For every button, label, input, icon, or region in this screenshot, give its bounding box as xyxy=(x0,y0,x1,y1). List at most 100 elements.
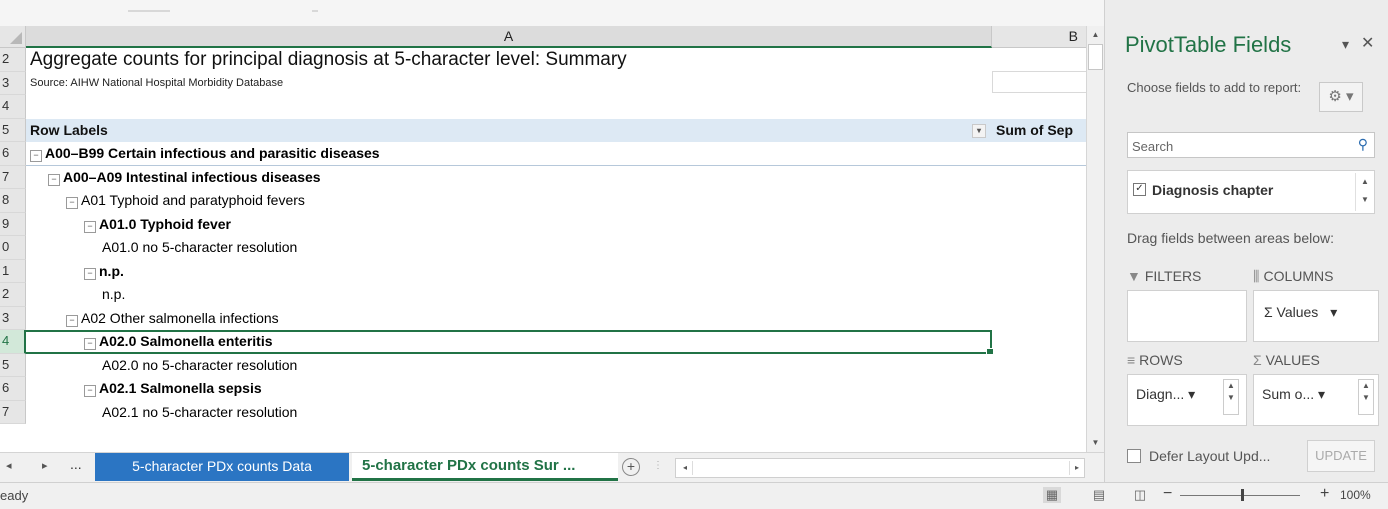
row-label-cell[interactable]: − A01 Typhoid and paratyphoid fevers xyxy=(26,189,992,213)
pane-options-icon[interactable]: ▾ xyxy=(1342,36,1349,53)
update-button[interactable]: UPDATE xyxy=(1307,440,1375,472)
row-header[interactable]: 2 xyxy=(0,283,26,307)
table-row: − A00–A09 Intestinal infectious diseases xyxy=(26,166,1086,190)
row-labels-header[interactable]: Row Labels ▾ xyxy=(26,119,992,143)
scroll-up-icon[interactable]: ▲ xyxy=(1087,26,1104,44)
row-header[interactable]: 6 xyxy=(0,377,26,401)
filter-dropdown-icon[interactable]: ▾ xyxy=(972,123,986,138)
row-label-cell[interactable]: A02.1 no 5-character resolution xyxy=(26,401,992,425)
collapse-icon[interactable]: − xyxy=(66,197,78,209)
scroll-right-icon[interactable]: ▸ xyxy=(1069,461,1084,475)
row-label-cell[interactable]: − A02.1 Salmonella sepsis xyxy=(26,377,992,401)
tab-pdx-counts-summary[interactable]: 5-character PDx counts Sur ... xyxy=(352,453,618,481)
page-break-icon[interactable]: ◫ xyxy=(1131,487,1149,503)
row-label-cell[interactable]: − A00–A09 Intestinal infectious diseases xyxy=(26,166,992,190)
field-diagnosis-chapter[interactable]: Diagnosis chapter xyxy=(1152,182,1273,198)
rows-scroll[interactable]: ▲ ▼ xyxy=(1223,379,1239,415)
row-label-cell[interactable]: A02.0 no 5-character resolution xyxy=(26,354,992,378)
column-header-b[interactable]: B xyxy=(992,26,1086,48)
add-sheet-icon[interactable]: + xyxy=(622,458,640,476)
search-icon[interactable]: ⚲ xyxy=(1358,136,1368,153)
row-header[interactable]: 9 xyxy=(0,212,26,236)
collapse-icon[interactable]: − xyxy=(30,150,42,162)
tab-more[interactable]: ... xyxy=(70,456,82,472)
columns-area-label: ⫼ COLUMNS xyxy=(1253,268,1334,284)
columns-drop-area[interactable]: Σ Values ▾ xyxy=(1253,290,1379,342)
zoom-out-button[interactable]: − xyxy=(1163,485,1172,503)
row-header[interactable]: 5 xyxy=(0,353,26,377)
row-label-text: A02 Other salmonella infections xyxy=(81,309,279,326)
page-layout-icon[interactable]: ▤ xyxy=(1090,487,1108,503)
active-cell[interactable] xyxy=(26,330,994,354)
report-title[interactable]: Aggregate counts for principal diagnosis… xyxy=(26,48,992,72)
row-header[interactable]: 7 xyxy=(0,400,26,424)
rows-drop-area[interactable]: Diagn... ▾ ▲ ▼ xyxy=(1127,374,1247,426)
row-label-cell[interactable]: − A00–B99 Certain infectious and parasiti… xyxy=(26,142,992,165)
column-header-a[interactable]: A xyxy=(26,26,992,48)
tab-splitter[interactable]: ⋮ xyxy=(653,460,663,471)
table-row: A02.1 no 5-character resolution xyxy=(26,401,1086,425)
filters-drop-area[interactable] xyxy=(1127,290,1247,342)
gear-icon[interactable]: ⚙ ▾ xyxy=(1319,82,1363,112)
zoom-in-button[interactable]: + xyxy=(1320,485,1329,503)
zoom-level[interactable]: 100% xyxy=(1340,488,1371,502)
row-label-text: A00–A09 Intestinal infectious diseases xyxy=(63,168,321,185)
field-list-scroll[interactable]: ▲ ▼ xyxy=(1355,173,1374,211)
collapse-icon[interactable]: − xyxy=(84,267,96,280)
close-icon[interactable]: ✕ xyxy=(1361,33,1374,53)
empty-cell[interactable] xyxy=(26,95,992,119)
columns-icon: ⫼ xyxy=(1253,268,1260,284)
row-header[interactable]: 7 xyxy=(0,165,26,189)
row-label-cell[interactable]: − A02 Other salmonella infections xyxy=(26,307,992,331)
pivot-header-row: Row Labels ▾ Sum of Sep xyxy=(26,118,1086,143)
row-header[interactable]: 6 xyxy=(0,142,26,166)
row-header[interactable]: 3 xyxy=(0,71,26,95)
collapse-icon[interactable]: − xyxy=(84,385,96,397)
collapse-icon[interactable]: − xyxy=(48,173,60,186)
filters-area-label: ▼ FILTERS xyxy=(1127,268,1202,284)
tab-next-icon[interactable]: ▸ xyxy=(42,459,48,472)
tab-pdx-counts-data[interactable]: 5-character PDx counts Data xyxy=(95,453,349,481)
table-row: n.p. xyxy=(26,283,1086,307)
scroll-down-icon[interactable]: ▼ xyxy=(1087,434,1104,452)
row-header[interactable]: 4 xyxy=(0,95,26,119)
table-row: − A00–B99 Certain infectious and parasiti… xyxy=(26,142,1086,166)
zoom-slider[interactable] xyxy=(1180,495,1300,496)
vertical-scrollbar[interactable]: ▲ ▼ xyxy=(1086,26,1104,452)
values-sum-item[interactable]: Sum o... ▾ xyxy=(1256,383,1352,405)
row-header[interactable]: 2 xyxy=(0,48,26,72)
sum-header[interactable]: Sum of Sep xyxy=(992,119,1086,143)
row-label-cell[interactable]: A01.0 no 5-character resolution xyxy=(26,236,992,260)
row-label-text: A01 Typhoid and paratyphoid fevers xyxy=(81,192,305,208)
row-label-cell[interactable]: n.p. xyxy=(26,283,992,307)
horizontal-scrollbar[interactable]: ◂ ▸ xyxy=(675,458,1085,478)
columns-values-item[interactable]: Σ Values ▾ xyxy=(1258,301,1376,323)
scroll-thumb[interactable] xyxy=(1088,44,1103,70)
table-row: − A02.1 Salmonella sepsis xyxy=(26,377,1086,401)
row-header-selected[interactable]: 4 xyxy=(0,330,26,354)
values-scroll[interactable]: ▲ ▼ xyxy=(1358,379,1374,415)
collapse-icon[interactable]: − xyxy=(66,314,78,327)
field-list: ✓ Diagnosis chapter ▲ ▼ xyxy=(1127,170,1375,214)
filter-icon: ▼ xyxy=(1127,268,1141,284)
zoom-slider-thumb[interactable] xyxy=(1241,489,1244,501)
values-drop-area[interactable]: Sum o... ▾ ▲ ▼ xyxy=(1253,374,1379,426)
rows-diagnosis-item[interactable]: Diagn... ▾ xyxy=(1130,383,1220,405)
row-header[interactable]: 0 xyxy=(0,236,26,260)
row-header[interactable]: 3 xyxy=(0,306,26,330)
field-checkbox[interactable]: ✓ xyxy=(1133,183,1146,196)
select-all-corner[interactable] xyxy=(0,26,26,48)
search-input[interactable] xyxy=(1128,133,1354,159)
tab-prev-icon[interactable]: ◂ xyxy=(6,459,12,472)
row-header[interactable]: 8 xyxy=(0,189,26,213)
scroll-left-icon[interactable]: ◂ xyxy=(678,461,693,475)
collapse-icon[interactable]: − xyxy=(84,220,96,233)
normal-view-icon[interactable]: ▦ xyxy=(1043,487,1061,503)
report-source[interactable]: Source: AIHW National Hospital Morbidity… xyxy=(26,72,992,96)
row-header[interactable]: 1 xyxy=(0,259,26,283)
spreadsheet-grid[interactable]: A B 2 3 4 5 6 7 8 9 0 1 2 3 4 5 6 7 Aggr… xyxy=(0,26,1104,452)
row-header[interactable]: 5 xyxy=(0,118,26,142)
row-label-cell[interactable]: − n.p. xyxy=(26,260,992,284)
defer-layout-checkbox[interactable]: Defer Layout Upd... xyxy=(1127,448,1270,464)
row-label-cell[interactable]: − A01.0 Typhoid fever xyxy=(26,213,992,237)
